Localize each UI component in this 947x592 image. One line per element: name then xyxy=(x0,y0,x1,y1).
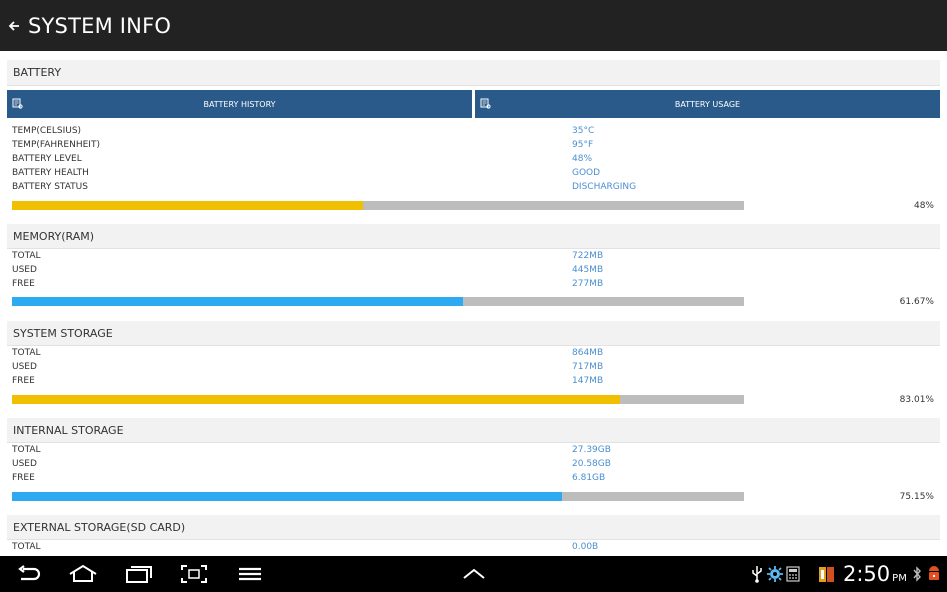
internal-storage-fill xyxy=(12,492,563,501)
battery-usage-label: BATTERY USAGE xyxy=(674,99,741,109)
recent-apps-icon[interactable] xyxy=(124,564,154,584)
memory-row-label: USED xyxy=(12,265,37,275)
status-clock: 2:50 PM xyxy=(843,562,907,586)
internal-storage-row-label: USED xyxy=(12,459,37,469)
memory-row-value: 722MB xyxy=(572,251,604,261)
battery-row-value: GOOD xyxy=(572,168,601,178)
system-nav-bar: 2:50 PM xyxy=(0,556,947,592)
battery-row: TEMP(CELSIUS) 35°C xyxy=(12,126,712,140)
battery-row-label: BATTERY STATUS xyxy=(12,182,88,192)
page-title: SYSTEM INFO xyxy=(28,13,172,38)
menu-icon[interactable] xyxy=(237,564,263,584)
settings-icon xyxy=(767,566,783,582)
battery-row: BATTERY LEVEL 48% xyxy=(12,154,712,168)
system-storage-bar xyxy=(12,395,744,404)
system-storage-row-value: 864MB xyxy=(572,348,604,358)
battery-usage-button[interactable]: BATTERY USAGE xyxy=(475,90,940,118)
external-storage-row-label: TOTAL xyxy=(12,542,41,552)
internal-storage-bar xyxy=(12,492,744,501)
battery-row-label: BATTERY HEALTH xyxy=(12,168,89,178)
battery-history-button[interactable]: BATTERY HISTORY xyxy=(7,90,472,118)
battery-row-label: TEMP(CELSIUS) xyxy=(12,126,82,136)
battery-row-value: 95°F xyxy=(572,140,594,150)
nav-back-icon[interactable] xyxy=(15,564,43,584)
home-icon[interactable] xyxy=(67,564,99,584)
battery-row-value: 35°C xyxy=(572,126,595,136)
usage-icon xyxy=(480,98,491,109)
battery-row: BATTERY HEALTH GOOD xyxy=(12,168,712,182)
app-bar: SYSTEM INFO xyxy=(0,0,947,51)
internal-storage-row: FREE 6.81GB xyxy=(12,473,712,487)
external-storage-row-value: 0.00B xyxy=(572,542,599,552)
clock-ampm: PM xyxy=(892,573,907,584)
memory-row-value: 277MB xyxy=(572,279,604,289)
bluetooth-icon xyxy=(913,566,921,582)
battery-icon xyxy=(819,567,834,582)
battery-level-bar xyxy=(12,201,744,210)
memory-usage-bar xyxy=(12,297,744,306)
memory-row-value: 445MB xyxy=(572,265,604,275)
internal-storage-row-label: TOTAL xyxy=(12,445,41,455)
system-storage-row-label: USED xyxy=(12,362,37,372)
memory-row-label: TOTAL xyxy=(12,251,41,261)
battery-button-row: BATTERY HISTORY BATTERY USAGE xyxy=(7,90,940,118)
screenshot-icon[interactable] xyxy=(180,564,208,584)
battery-row-value: DISCHARGING xyxy=(572,182,637,192)
system-storage-row-value: 717MB xyxy=(572,362,604,372)
system-storage-percent: 83.01% xyxy=(899,395,934,405)
memory-row: TOTAL 722MB xyxy=(12,251,712,265)
internal-storage-row-value: 6.81GB xyxy=(572,473,606,483)
internal-storage-row-label: FREE xyxy=(12,473,35,483)
system-storage-row: TOTAL 864MB xyxy=(12,348,712,362)
system-storage-row-label: TOTAL xyxy=(12,348,41,358)
battery-level-fill xyxy=(12,201,364,210)
memory-row: USED 445MB xyxy=(12,265,712,279)
android-icon xyxy=(929,566,939,580)
memory-usage-fill xyxy=(12,297,464,306)
system-info-content[interactable]: BATTERY BATTERY HISTORY BATTERY USAGE TE… xyxy=(0,51,947,556)
internal-storage-percent: 75.15% xyxy=(899,492,934,502)
internal-storage-row: TOTAL 27.39GB xyxy=(12,445,712,459)
battery-row-label: TEMP(FAHRENHEIT) xyxy=(12,140,100,150)
battery-history-label: BATTERY HISTORY xyxy=(203,99,276,109)
system-storage-row-value: 147MB xyxy=(572,376,604,386)
memory-section-header: MEMORY(RAM) xyxy=(7,224,940,249)
internal-storage-row-value: 27.39GB xyxy=(572,445,611,455)
back-arrow-icon[interactable] xyxy=(3,15,25,37)
memory-row-label: FREE xyxy=(12,279,35,289)
internal-storage-section-header: INTERNAL STORAGE xyxy=(7,418,940,443)
external-storage-section-header: EXTERNAL STORAGE(SD CARD) xyxy=(7,515,940,540)
battery-section-header: BATTERY xyxy=(7,60,940,86)
chevron-up-icon[interactable] xyxy=(461,564,487,584)
internal-storage-row-value: 20.58GB xyxy=(572,459,611,469)
external-storage-row: TOTAL 0.00B xyxy=(12,542,712,556)
system-storage-row: FREE 147MB xyxy=(12,376,712,390)
usb-icon xyxy=(752,566,762,583)
clock-time: 2:50 xyxy=(843,562,891,586)
battery-row: BATTERY STATUS DISCHARGING xyxy=(12,182,712,196)
memory-percent: 61.67% xyxy=(899,297,934,307)
system-storage-section-header: SYSTEM STORAGE xyxy=(7,321,940,346)
memory-row: FREE 277MB xyxy=(12,279,712,293)
battery-row: TEMP(FAHRENHEIT) 95°F xyxy=(12,140,712,154)
battery-row-label: BATTERY LEVEL xyxy=(12,154,82,164)
calculator-icon xyxy=(786,566,800,582)
system-storage-row-label: FREE xyxy=(12,376,35,386)
battery-row-value: 48% xyxy=(572,154,593,164)
battery-percent: 48% xyxy=(913,201,934,211)
history-icon xyxy=(12,98,23,109)
system-storage-row: USED 717MB xyxy=(12,362,712,376)
internal-storage-row: USED 20.58GB xyxy=(12,459,712,473)
system-storage-fill xyxy=(12,395,620,404)
